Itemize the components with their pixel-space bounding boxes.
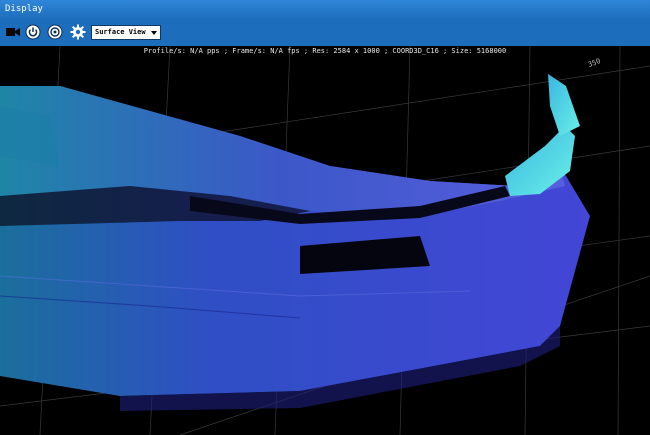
settings-gear-icon[interactable] [70, 24, 86, 40]
view-mode-dropdown[interactable]: Surface View [91, 25, 161, 40]
toolbar: Surface View [0, 18, 650, 46]
chevron-down-icon [151, 31, 157, 35]
display-window: Display Surface View Profile/s: N/A pps … [0, 0, 650, 435]
point-cloud-scene [0, 46, 650, 435]
camera-icon[interactable] [5, 24, 21, 40]
title-bar: Display [0, 0, 650, 18]
record-icon[interactable] [47, 24, 63, 40]
power-icon[interactable] [25, 24, 41, 40]
scan-surface [0, 74, 590, 411]
3d-viewport[interactable]: Profile/s: N/A pps ; Frame/s: N/A fps ; … [0, 46, 650, 435]
view-mode-value: Surface View [95, 28, 146, 36]
status-readout: Profile/s: N/A pps ; Frame/s: N/A fps ; … [143, 47, 507, 55]
window-title: Display [5, 4, 43, 14]
